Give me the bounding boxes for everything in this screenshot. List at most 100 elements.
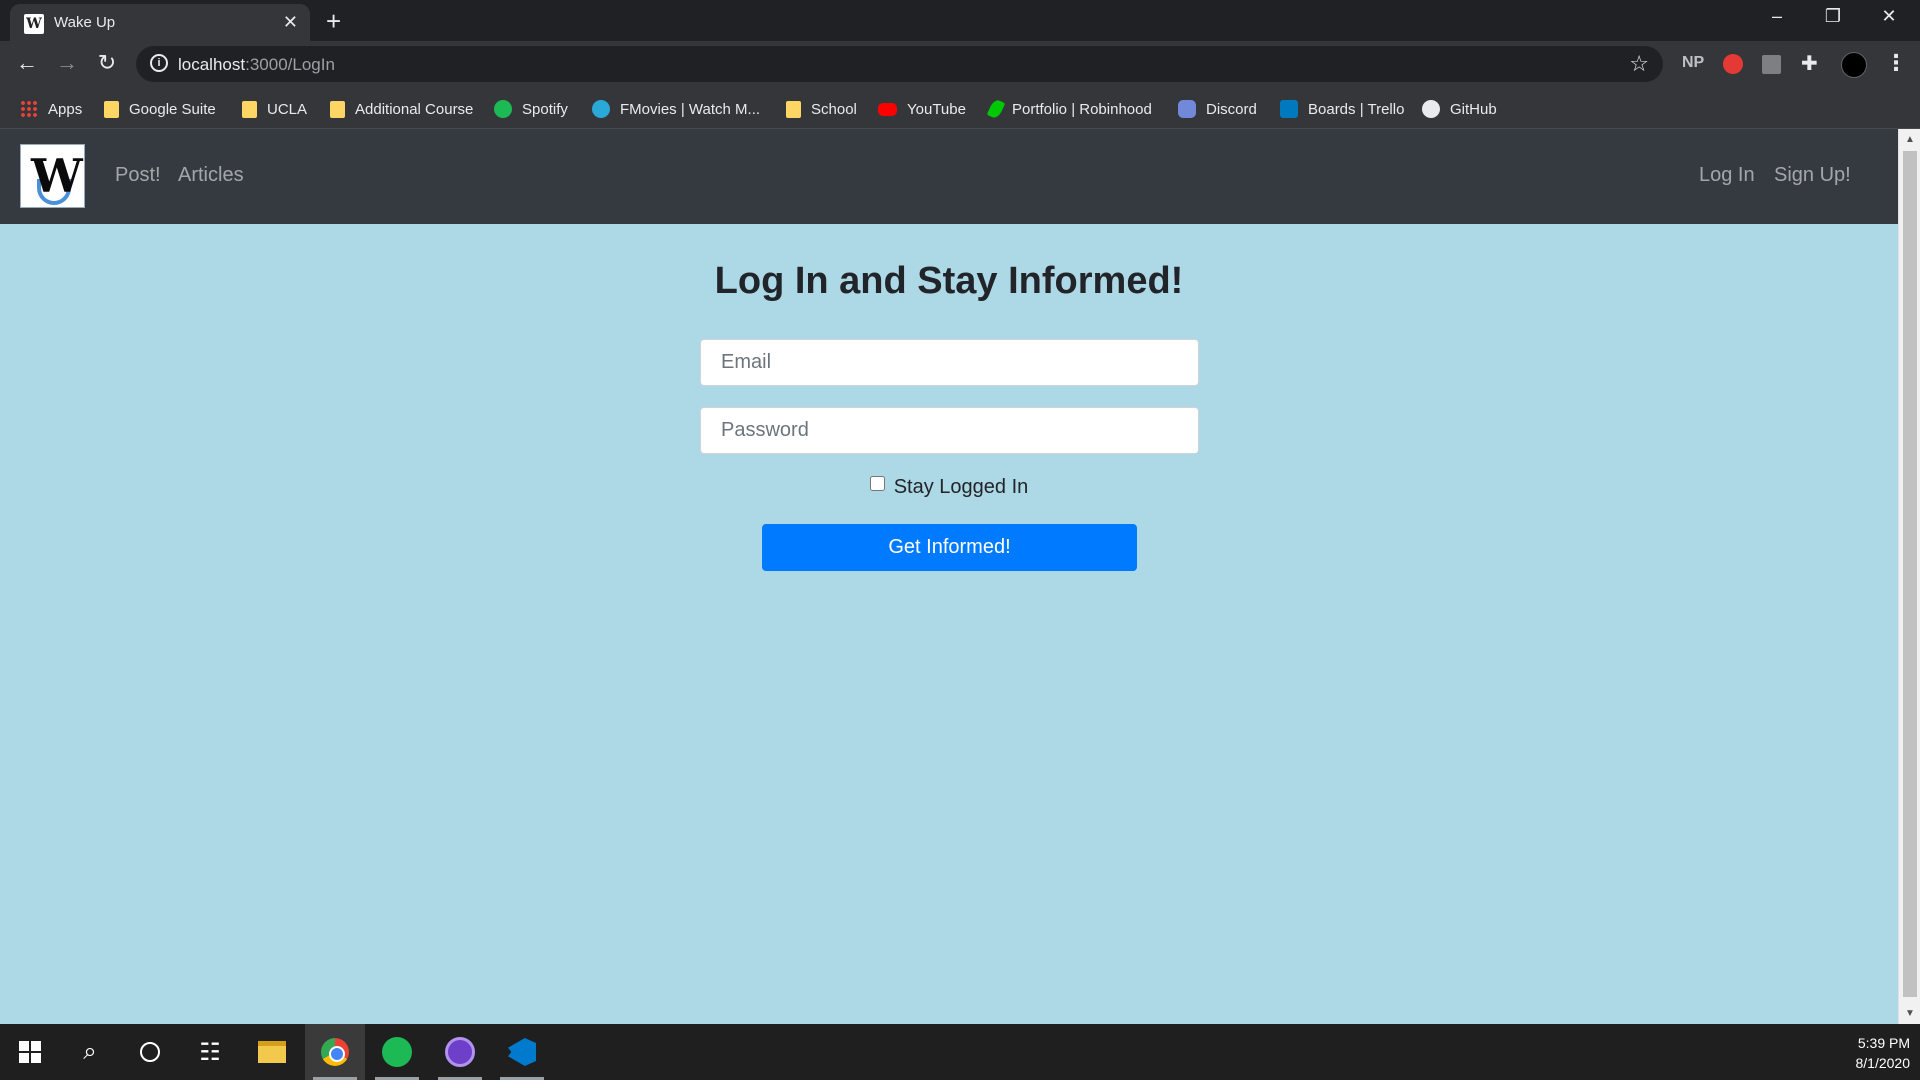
chrome-menu-icon[interactable]: ⋮: [1885, 50, 1907, 76]
bookmarks-bar: Apps Google Suite UCLA Additional Course…: [0, 88, 1920, 129]
bookmark-label: Discord: [1206, 100, 1257, 118]
chrome-icon: [321, 1038, 349, 1066]
bookmark-additional-course[interactable]: Additional Course: [330, 98, 473, 120]
chrome-taskbar-button[interactable]: [305, 1024, 365, 1080]
fmovies-icon: [592, 100, 610, 118]
clock-time: 5:39 PM: [1857, 1035, 1910, 1051]
address-url[interactable]: localhost:3000/LogIn: [178, 55, 335, 75]
nav-link-log-in[interactable]: Log In: [1699, 164, 1755, 187]
close-tab-icon[interactable]: ✕: [283, 12, 298, 32]
np-extension-icon[interactable]: NP: [1682, 54, 1704, 72]
cortana-icon: [140, 1042, 160, 1062]
bookmark-label: Spotify: [522, 100, 568, 118]
bookmark-fmovies[interactable]: FMovies | Watch M...: [592, 98, 760, 120]
bookmark-youtube[interactable]: YouTube: [878, 98, 966, 120]
spotify-icon: [382, 1037, 412, 1067]
bookmark-trello[interactable]: Boards | Trello: [1280, 98, 1404, 120]
nav-link-post[interactable]: Post!: [115, 164, 161, 187]
gray-extension-icon[interactable]: [1762, 55, 1781, 74]
bookmark-robinhood[interactable]: Portfolio | Robinhood: [986, 98, 1152, 120]
address-bar[interactable]: i localhost:3000/LogIn ☆: [136, 46, 1663, 82]
stay-logged-in-row: Stay Logged In: [0, 476, 1898, 499]
bookmark-ucla[interactable]: UCLA: [242, 98, 307, 120]
search-icon: ⌕: [83, 1038, 97, 1065]
robinhood-icon: [986, 98, 1006, 120]
bookmark-github[interactable]: GitHub: [1422, 98, 1497, 120]
folder-icon: [242, 100, 257, 118]
site-navbar: W Post! Articles Log In Sign Up!: [0, 129, 1898, 224]
bookmark-label: UCLA: [267, 100, 308, 118]
new-tab-icon[interactable]: +: [326, 8, 341, 34]
logo-letter: W: [31, 149, 83, 203]
stay-logged-in-checkbox[interactable]: [869, 476, 885, 491]
github-desktop-taskbar-button[interactable]: [430, 1024, 490, 1080]
file-explorer-button[interactable]: [242, 1024, 302, 1080]
scroll-down-icon[interactable]: ▼: [1905, 1008, 1915, 1019]
browser-tab[interactable]: W Wake Up ✕: [10, 4, 310, 41]
bookmark-label: Google Suite: [129, 100, 216, 118]
email-field[interactable]: [700, 339, 1199, 386]
start-button[interactable]: [0, 1024, 60, 1080]
bookmark-discord[interactable]: Discord: [1178, 98, 1257, 120]
scroll-up-icon[interactable]: ▲: [1905, 134, 1915, 145]
bookmark-label: FMovies | Watch M...: [620, 100, 761, 118]
task-view-icon: ☷: [199, 1038, 221, 1066]
cortana-button[interactable]: [120, 1024, 180, 1080]
apps-icon: [20, 100, 38, 118]
windows-taskbar: ⌕ ☷ 5:39 PM 8/1/2020: [0, 1024, 1920, 1080]
tab-favicon-icon: W: [24, 14, 44, 34]
forward-icon[interactable]: →: [52, 51, 82, 75]
profile-avatar[interactable]: [1841, 52, 1867, 78]
bookmark-label: School: [811, 100, 857, 118]
bookmark-school[interactable]: School: [786, 98, 857, 120]
reload-icon[interactable]: ↻: [92, 51, 122, 75]
bookmark-label: Apps: [48, 100, 83, 118]
discord-icon: [1178, 100, 1196, 118]
back-icon[interactable]: ←: [12, 51, 42, 75]
github-icon: [1422, 100, 1440, 118]
bookmark-label: Portfolio | Robinhood: [1012, 100, 1152, 118]
site-logo[interactable]: W: [20, 144, 85, 208]
minimize-icon[interactable]: –: [1749, 6, 1805, 27]
bookmark-apps[interactable]: Apps: [20, 98, 82, 120]
browser-toolbar: ← → ↻ i localhost:3000/LogIn ☆ NP: [0, 41, 1920, 88]
stay-logged-in-label: Stay Logged In: [893, 476, 1029, 498]
file-explorer-icon: [258, 1041, 286, 1063]
page-title: Log In and Stay Informed!: [714, 260, 1184, 302]
vscode-taskbar-button[interactable]: [492, 1024, 552, 1080]
page-scrollbar[interactable]: ▲ ▼: [1898, 129, 1920, 1024]
bookmark-google-suite[interactable]: Google Suite: [104, 98, 216, 120]
page-viewport: W Post! Articles Log In Sign Up! Log In …: [0, 129, 1898, 1024]
task-view-button[interactable]: ☷: [180, 1024, 240, 1080]
address-path: :3000/LogIn: [245, 55, 335, 74]
nav-link-sign-up[interactable]: Sign Up!: [1774, 164, 1851, 187]
bookmark-label: YouTube: [907, 100, 966, 118]
address-host: localhost: [178, 55, 246, 74]
vscode-icon: [508, 1038, 536, 1066]
restore-icon[interactable]: ❐: [1805, 6, 1861, 27]
tab-strip: W Wake Up ✕ + – ❐ ✕: [0, 0, 1920, 41]
clock-date: 8/1/2020: [1855, 1055, 1911, 1071]
bookmark-star-icon[interactable]: ☆: [1629, 51, 1649, 77]
close-window-icon[interactable]: ✕: [1861, 6, 1917, 27]
site-info-icon[interactable]: i: [150, 54, 168, 72]
password-field[interactable]: [700, 407, 1199, 454]
windows-logo-icon: [19, 1041, 41, 1063]
spotify-icon: [494, 100, 512, 118]
scrollbar-thumb[interactable]: [1903, 151, 1917, 997]
youtube-icon: [878, 102, 897, 116]
folder-icon: [786, 100, 801, 118]
tab-title: Wake Up: [54, 14, 116, 31]
nav-link-articles[interactable]: Articles: [178, 164, 244, 187]
folder-icon: [330, 100, 345, 118]
hand-extension-icon[interactable]: [1723, 54, 1743, 74]
search-button[interactable]: ⌕: [60, 1024, 120, 1080]
extensions-puzzle-icon[interactable]: ✚: [1801, 51, 1818, 76]
bookmark-label: GitHub: [1450, 100, 1497, 118]
github-desktop-icon: [445, 1037, 475, 1067]
get-informed-button[interactable]: Get Informed!: [762, 524, 1137, 571]
bookmark-label: Additional Course: [355, 100, 474, 118]
spotify-taskbar-button[interactable]: [367, 1024, 427, 1080]
taskbar-clock[interactable]: 5:39 PM 8/1/2020: [1856, 1033, 1911, 1073]
bookmark-spotify[interactable]: Spotify: [494, 98, 568, 120]
